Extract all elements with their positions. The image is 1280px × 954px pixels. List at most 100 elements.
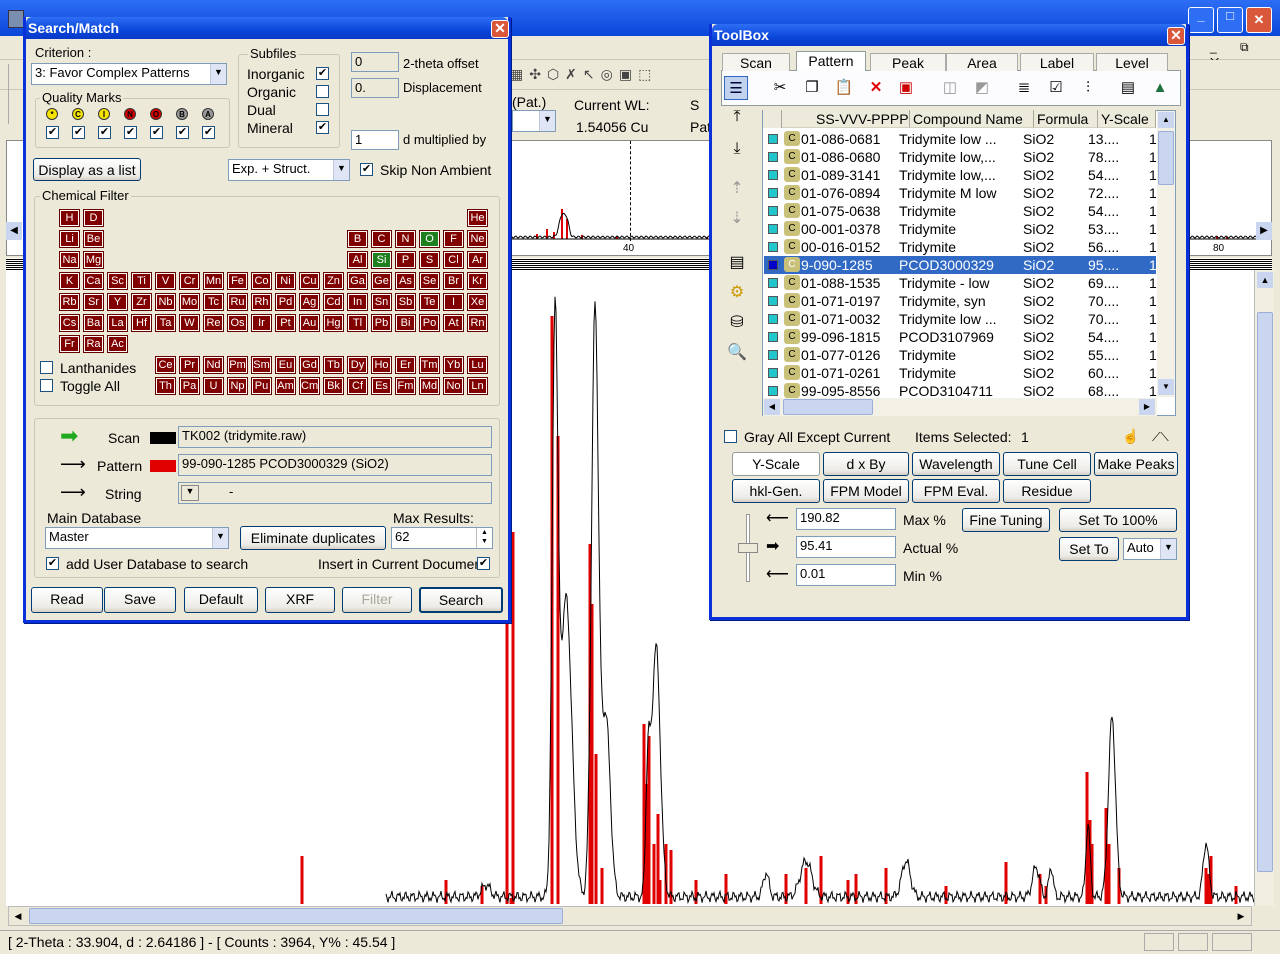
element-k[interactable]: K	[59, 272, 80, 290]
element-mn[interactable]: Mn	[203, 272, 224, 290]
element-cf[interactable]: Cf	[347, 377, 368, 395]
element-th[interactable]: Th	[155, 377, 176, 395]
element-ln[interactable]: Ln	[467, 377, 488, 395]
d-by-button[interactable]: d x By	[823, 452, 909, 476]
list-item[interactable]: C 01-088-1535 Tridymite - low SiO2 69.... 1	[764, 274, 1157, 292]
main-db-dropdown-arrow[interactable]: ▼	[212, 528, 228, 548]
displacement-field[interactable]: 0.	[351, 78, 399, 98]
element-bk[interactable]: Bk	[323, 377, 344, 395]
move-top-icon[interactable]: ⤒	[724, 104, 750, 130]
toggle-all-checkbox[interactable]	[40, 379, 53, 392]
display-as-list-button[interactable]: Display as a list	[33, 158, 141, 181]
search-match-titlebar[interactable]: Search/Match	[26, 17, 508, 39]
element-ce[interactable]: Ce	[155, 356, 176, 374]
element-ge[interactable]: Ge	[371, 272, 392, 290]
chart-icon[interactable]: ▤	[1116, 76, 1140, 100]
close-icon[interactable]: ✕	[1246, 7, 1272, 33]
fpm-model-button[interactable]: FPM Model	[823, 479, 909, 503]
criterion-select[interactable]: 3: Favor Complex Patterns ▼	[31, 63, 227, 85]
min-percent-field[interactable]: 0.01	[796, 564, 896, 586]
element-pd[interactable]: Pd	[275, 293, 296, 311]
list-view-icon[interactable]: ☰	[724, 76, 748, 100]
element-sc[interactable]: Sc	[107, 272, 128, 290]
element-ar[interactable]: Ar	[467, 251, 488, 269]
element-rb[interactable]: Rb	[59, 293, 80, 311]
element-f[interactable]: F	[443, 230, 464, 248]
maximize-icon[interactable]: □	[1217, 7, 1243, 33]
element-tl[interactable]: Tl	[347, 314, 368, 332]
search-button[interactable]: Search	[419, 587, 503, 613]
element-al[interactable]: Al	[347, 251, 368, 269]
tune-cell-button[interactable]: Tune Cell	[1003, 452, 1091, 476]
hscroll-thumb[interactable]	[29, 908, 563, 924]
list-item[interactable]: C 01-071-0197 Tridymite, syn SiO2 70.... 1	[764, 292, 1157, 310]
main-vertical-scrollbar[interactable]: ▲	[1254, 270, 1274, 906]
main-database-select[interactable]: Master ▼	[45, 527, 229, 549]
save-button[interactable]: Save	[104, 587, 176, 613]
element-ni[interactable]: Ni	[275, 272, 296, 290]
list-item[interactable]: C 01-086-0681 Tridymite low ... SiO2 13.... 1	[764, 130, 1157, 148]
pattern-strip-left-arrow[interactable]: ◀	[6, 222, 22, 240]
element-mg[interactable]: Mg	[83, 251, 104, 269]
make-peaks-button[interactable]: Make Peaks	[1094, 452, 1178, 476]
element-w[interactable]: W	[179, 314, 200, 332]
subfile-checkbox-mineral[interactable]: ✔	[316, 121, 329, 134]
d-multiplied-field[interactable]: 1	[351, 130, 399, 150]
y-scale-button[interactable]: Y-Scale	[732, 452, 820, 476]
hkl-gen-button[interactable]: hkl-Gen.	[732, 479, 820, 503]
element-sb[interactable]: Sb	[395, 293, 416, 311]
element-si[interactable]: Si	[371, 251, 392, 269]
list-item[interactable]: C 99-096-1815 PCOD3107969 SiO2 54.... 1	[764, 328, 1157, 346]
element-ag[interactable]: Ag	[299, 293, 320, 311]
element-lu[interactable]: Lu	[467, 356, 488, 374]
list-hscroll-left[interactable]: ◀	[764, 399, 780, 415]
element-cs[interactable]: Cs	[59, 314, 80, 332]
criterion-dropdown-arrow[interactable]: ▼	[210, 64, 226, 84]
overlay-icon[interactable]: ◩	[970, 76, 994, 100]
element-pb[interactable]: Pb	[371, 314, 392, 332]
read-button[interactable]: Read	[31, 587, 103, 613]
column-header-yscale[interactable]: Y-Scale	[1098, 110, 1156, 128]
default-button[interactable]: Default	[184, 587, 258, 613]
element-sr[interactable]: Sr	[83, 293, 104, 311]
column-header-name[interactable]: Compound Name	[910, 110, 1034, 128]
element-cm[interactable]: Cm	[299, 377, 320, 395]
column-header-formula[interactable]: Formula	[1034, 110, 1098, 128]
minimize-icon[interactable]: _	[1188, 7, 1214, 33]
list-item[interactable]: C 01-086-0680 Tridymite low,... SiO2 78.... 1	[764, 148, 1157, 166]
list-item[interactable]: C 00-001-0378 Tridymite SiO2 53.... 1	[764, 220, 1157, 238]
element-ta[interactable]: Ta	[155, 314, 176, 332]
toolbox-titlebar[interactable]: ToolBox	[712, 24, 1186, 46]
element-re[interactable]: Re	[203, 314, 224, 332]
bar-marker-icon[interactable]: ⫶	[1076, 76, 1100, 100]
element-at[interactable]: At	[443, 314, 464, 332]
delete-all-icon[interactable]: ▣	[894, 76, 918, 100]
element-yb[interactable]: Yb	[443, 356, 464, 374]
element-kr[interactable]: Kr	[467, 272, 488, 290]
element-tc[interactable]: Tc	[203, 293, 224, 311]
database-icon[interactable]: ⛁	[724, 310, 750, 336]
element-au[interactable]: Au	[299, 314, 320, 332]
toolbar-icons[interactable]: ▦✣⬡✗↖◎▣⬚	[510, 66, 710, 88]
list-hscroll-right[interactable]: ▶	[1139, 399, 1155, 415]
scale-slider-thumb[interactable]	[738, 543, 758, 553]
element-no[interactable]: No	[443, 377, 464, 395]
quality-mark-checkbox-3[interactable]: ✔	[124, 126, 137, 139]
element-dy[interactable]: Dy	[347, 356, 368, 374]
actual-percent-field[interactable]: 95.41	[796, 536, 896, 558]
element-n[interactable]: N	[395, 230, 416, 248]
element-eu[interactable]: Eu	[275, 356, 296, 374]
pattern-strip-right-arrow[interactable]: ▶	[1256, 222, 1272, 240]
element-li[interactable]: Li	[59, 230, 80, 248]
list-vscroll-down[interactable]: ▼	[1158, 379, 1174, 395]
quality-mark-checkbox-4[interactable]: ✔	[150, 126, 163, 139]
xrf-button[interactable]: XRF	[265, 587, 335, 613]
element-xe[interactable]: Xe	[467, 293, 488, 311]
element-ga[interactable]: Ga	[347, 272, 368, 290]
compare-icon[interactable]: ◫	[938, 76, 962, 100]
element-zr[interactable]: Zr	[131, 293, 152, 311]
vscroll-up-arrow[interactable]: ▲	[1257, 272, 1273, 288]
fpm-eval-button[interactable]: FPM Eval.	[912, 479, 1000, 503]
wavelength-button[interactable]: Wavelength	[912, 452, 1000, 476]
list-hscroll[interactable]: ◀ ▶	[763, 398, 1157, 416]
